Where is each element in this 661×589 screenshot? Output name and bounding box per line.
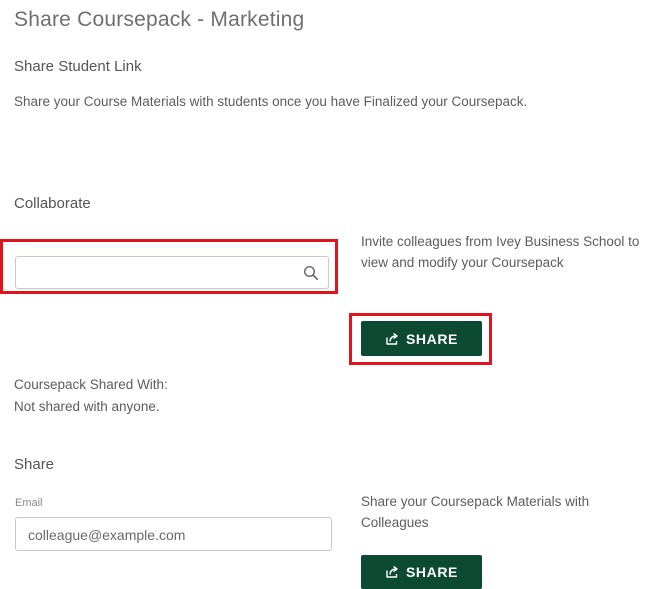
- collaborate-share-label: SHARE: [405, 330, 458, 347]
- email-share-label: SHARE: [405, 564, 458, 580]
- shared-with-value: Not shared with anyone.: [14, 399, 160, 414]
- student-link-description: Share your Course Materials with student…: [14, 94, 528, 109]
- share-icon: [386, 566, 398, 578]
- email-label: Email: [15, 497, 43, 509]
- invite-description: Invite colleagues from Ivey Business Sch…: [361, 234, 640, 270]
- share-description: Share your Coursepack Materials with Col…: [361, 494, 590, 530]
- collaborate-share-button[interactable]: SHARE: [361, 321, 482, 356]
- collaborate-heading: Collaborate: [14, 195, 91, 212]
- email-field-box[interactable]: [15, 517, 332, 551]
- email-field[interactable]: [28, 525, 318, 545]
- search-icon[interactable]: [303, 265, 319, 281]
- shared-with-label: Coursepack Shared With:: [14, 377, 168, 392]
- share-heading: Share: [14, 456, 55, 473]
- share-icon: [386, 332, 398, 345]
- page-title: Share Coursepack - Marketing: [14, 8, 305, 31]
- student-link-heading: Share Student Link: [14, 58, 142, 75]
- colleague-search-box[interactable]: [15, 256, 329, 289]
- email-share-button[interactable]: SHARE: [361, 555, 482, 589]
- colleague-search-input[interactable]: [24, 262, 294, 282]
